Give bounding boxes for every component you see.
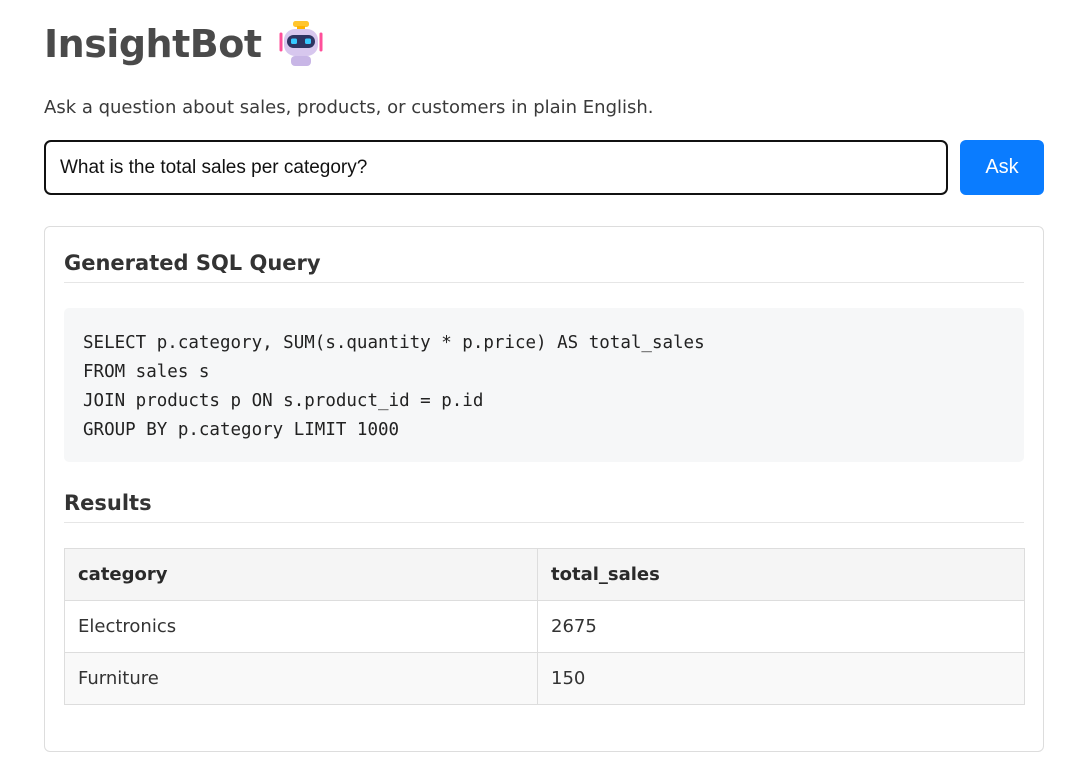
ask-button[interactable]: Ask (960, 140, 1044, 195)
table-row: Electronics 2675 (64, 600, 1025, 653)
robot-icon (279, 21, 322, 66)
header: InsightBot (44, 16, 324, 72)
table-cell: Electronics (64, 600, 538, 653)
sql-line: FROM sales s (83, 362, 210, 382)
table-cell: 150 (537, 652, 1025, 705)
table-cell: 2675 (537, 600, 1025, 653)
app-title: InsightBot (44, 22, 262, 66)
column-header-category: category (64, 548, 538, 601)
results-card: Generated SQL Query SELECT p.category, S… (44, 226, 1044, 752)
table-row: Furniture 150 (64, 652, 1025, 705)
sql-line: SELECT p.category, SUM(s.quantity * p.pr… (83, 333, 705, 353)
results-heading: Results (64, 489, 1024, 523)
subtitle: Ask a question about sales, products, or… (44, 97, 654, 118)
sql-line: GROUP BY p.category LIMIT 1000 (83, 420, 400, 440)
sql-heading: Generated SQL Query (64, 249, 1024, 283)
sql-code-block: SELECT p.category, SUM(s.quantity * p.pr… (64, 308, 1024, 462)
table-header-row: category total_sales (64, 548, 1025, 601)
sql-line: JOIN products p ON s.product_id = p.id (83, 391, 484, 411)
question-input[interactable] (44, 140, 948, 195)
column-header-total-sales: total_sales (537, 548, 1025, 601)
app-root: InsightBot Ask a question about sales, p… (0, 0, 1071, 773)
table-cell: Furniture (64, 652, 538, 705)
results-table: category total_sales Electronics 2675 Fu… (64, 548, 1025, 705)
